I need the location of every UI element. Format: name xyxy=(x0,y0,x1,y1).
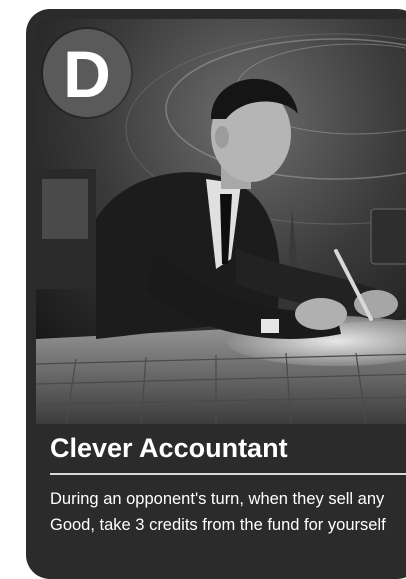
card-title: Clever Accountant xyxy=(50,433,288,463)
badge-letter: D xyxy=(63,37,111,111)
game-card[interactable]: D Clever Accountant During an opponent's… xyxy=(26,9,406,579)
title-divider xyxy=(50,473,406,475)
card-description: During an opponent's turn, when they sel… xyxy=(50,490,386,534)
card-letter-badge: D xyxy=(43,29,131,117)
